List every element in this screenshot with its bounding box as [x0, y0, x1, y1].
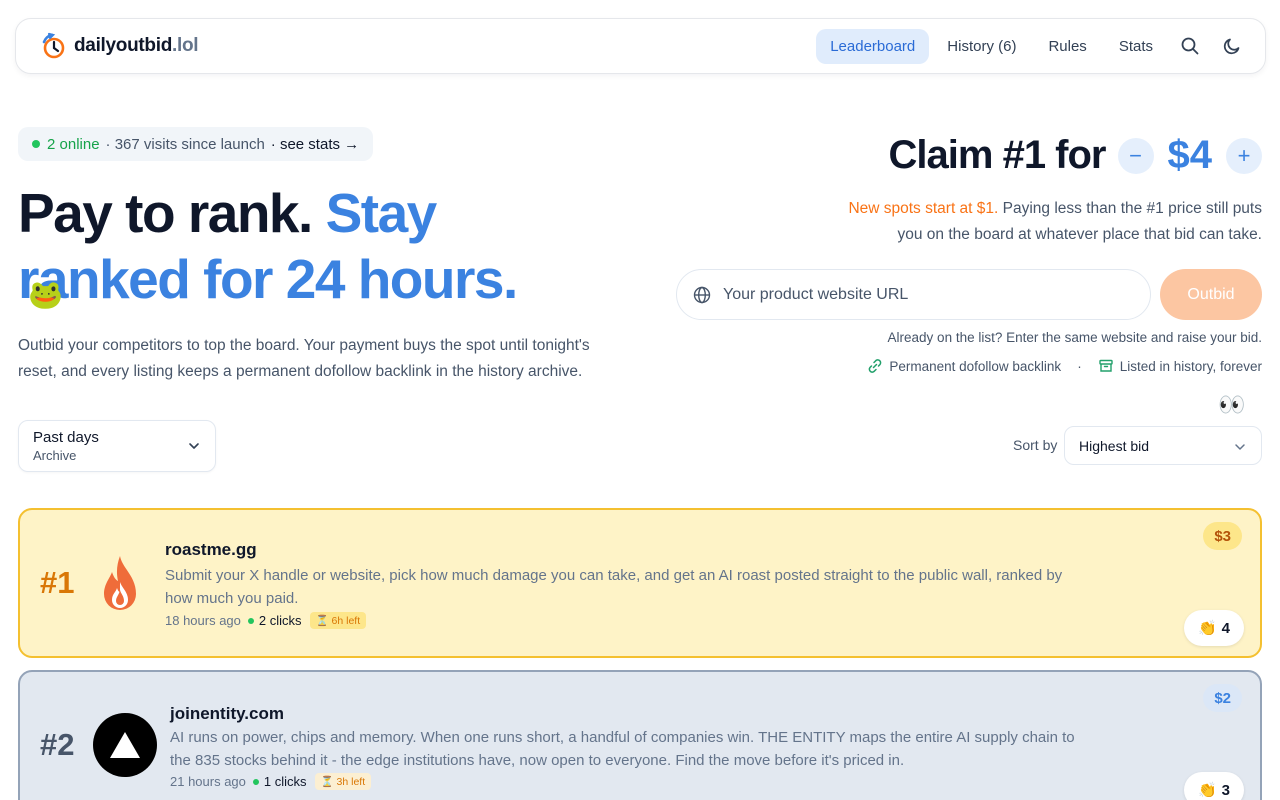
moon-icon: [1223, 38, 1240, 55]
frog-icon: 🐸: [28, 279, 63, 310]
past-days-subtitle: Archive: [33, 448, 77, 463]
sort-dropdown[interactable]: Highest bid: [1064, 426, 1262, 465]
listing-age: 18 hours ago: [165, 613, 241, 628]
raise-bid-hint: Already on the list? Enter the same webs…: [887, 330, 1262, 345]
listing-domain[interactable]: roastme.gg: [165, 540, 257, 560]
hero-description: Outbid your competitors to top the board…: [18, 337, 590, 380]
claim-label: Claim #1 for: [888, 133, 1107, 177]
listing-rank: #1: [40, 565, 75, 600]
clap-button[interactable]: 👏 3: [1184, 772, 1244, 800]
listing-description: Submit your X handle or website, pick ho…: [165, 567, 1063, 607]
logo[interactable]: dailyoutbid.lol: [40, 32, 199, 60]
perk-backlink: Permanent dofollow backlink: [889, 358, 1062, 374]
sort-label: Sort by: [1013, 437, 1058, 453]
clap-icon: 👏: [1197, 782, 1217, 799]
clap-count: 3: [1221, 781, 1231, 799]
listing-meta: 21 hours ago 1 clicks ⏳ 3h left: [170, 773, 372, 790]
website-url-input[interactable]: [723, 285, 1123, 304]
clap-icon: 👏: [1197, 620, 1217, 637]
online-dot: [32, 140, 40, 148]
online-status: 2 online · 367 visits since launch · see…: [18, 127, 374, 161]
clap-count: 4: [1221, 619, 1231, 637]
brand-name: dailyoutbid.lol: [74, 35, 199, 56]
listing-description: AI runs on power, chips and memory. When…: [170, 729, 1075, 769]
stopwatch-logo-icon: [42, 32, 65, 59]
listing-card[interactable]: #1 roastme.gg Submit your X handle or we…: [18, 508, 1262, 658]
chevron-down-icon: [189, 443, 199, 449]
nav-links: Leaderboard History (6) Rules Stats: [816, 28, 1251, 64]
claim-bar: Claim #1 for − $4 +: [889, 133, 1262, 178]
past-days-title: Past days: [33, 429, 99, 446]
page-title: Pay to rank. Stay ranked for 24 hours.: [18, 182, 518, 310]
listing-meta: 18 hours ago 2 clicks ⏳ 6h left: [165, 612, 367, 629]
nav-leaderboard[interactable]: Leaderboard: [816, 28, 930, 64]
visit-count: · 367 visits since launch: [105, 135, 265, 153]
search-icon: [1181, 37, 1199, 55]
status-dot: [247, 617, 254, 624]
perks-row: Permanent dofollow backlink · Listed in …: [867, 358, 1262, 374]
top-nav: dailyoutbid.lol Leaderboard History (6) …: [15, 18, 1266, 74]
bid-badge: $3: [1203, 522, 1242, 550]
listing-domain[interactable]: joinentity.com: [170, 704, 284, 724]
nav-history[interactable]: History (6): [933, 29, 1030, 64]
sort-value: Highest bid: [1079, 437, 1150, 454]
listing-age: 21 hours ago: [170, 774, 246, 789]
time-left-badge: ⏳ 6h left: [309, 612, 367, 629]
nav-stats[interactable]: Stats: [1105, 29, 1167, 64]
claim-description: New spots start at $1. Paying less than …: [848, 200, 1262, 243]
triangle-icon: [110, 732, 140, 758]
search-button[interactable]: [1171, 28, 1209, 64]
listing-card[interactable]: #2 joinentity.com AI runs on power, chip…: [18, 670, 1262, 800]
flame-icon: [104, 556, 136, 610]
past-days-dropdown[interactable]: Past days Archive: [18, 420, 216, 472]
entity-logo: [93, 713, 157, 777]
time-left-badge: ⏳ 3h left: [314, 773, 372, 790]
listing-clicks: 1 clicks: [263, 774, 307, 789]
eyes-icon: 👀: [1218, 392, 1246, 417]
claim-price: $4: [1167, 133, 1213, 177]
increase-price-button[interactable]: +: [1226, 137, 1262, 174]
online-count: 2 online: [47, 135, 100, 153]
bid-badge: $2: [1203, 684, 1242, 712]
chevron-down-icon: [1235, 444, 1245, 450]
listing-clicks: 2 clicks: [258, 613, 302, 628]
listing-rank: #2: [40, 727, 75, 762]
nav-rules[interactable]: Rules: [1034, 29, 1100, 64]
perk-separator: ·: [1077, 358, 1082, 374]
globe-icon: [693, 286, 711, 303]
perk-history: Listed in history, forever: [1119, 358, 1262, 374]
link-icon: [869, 359, 882, 373]
status-dot: [252, 778, 259, 785]
outbid-button[interactable]: Outbid: [1160, 269, 1262, 320]
decrease-price-button[interactable]: −: [1117, 137, 1154, 174]
url-field: [676, 269, 1151, 320]
archive-icon: [1098, 359, 1113, 372]
theme-toggle-button[interactable]: [1213, 28, 1251, 64]
see-stats-link[interactable]: · see stats →: [271, 136, 359, 153]
clap-button[interactable]: 👏 4: [1184, 610, 1244, 646]
